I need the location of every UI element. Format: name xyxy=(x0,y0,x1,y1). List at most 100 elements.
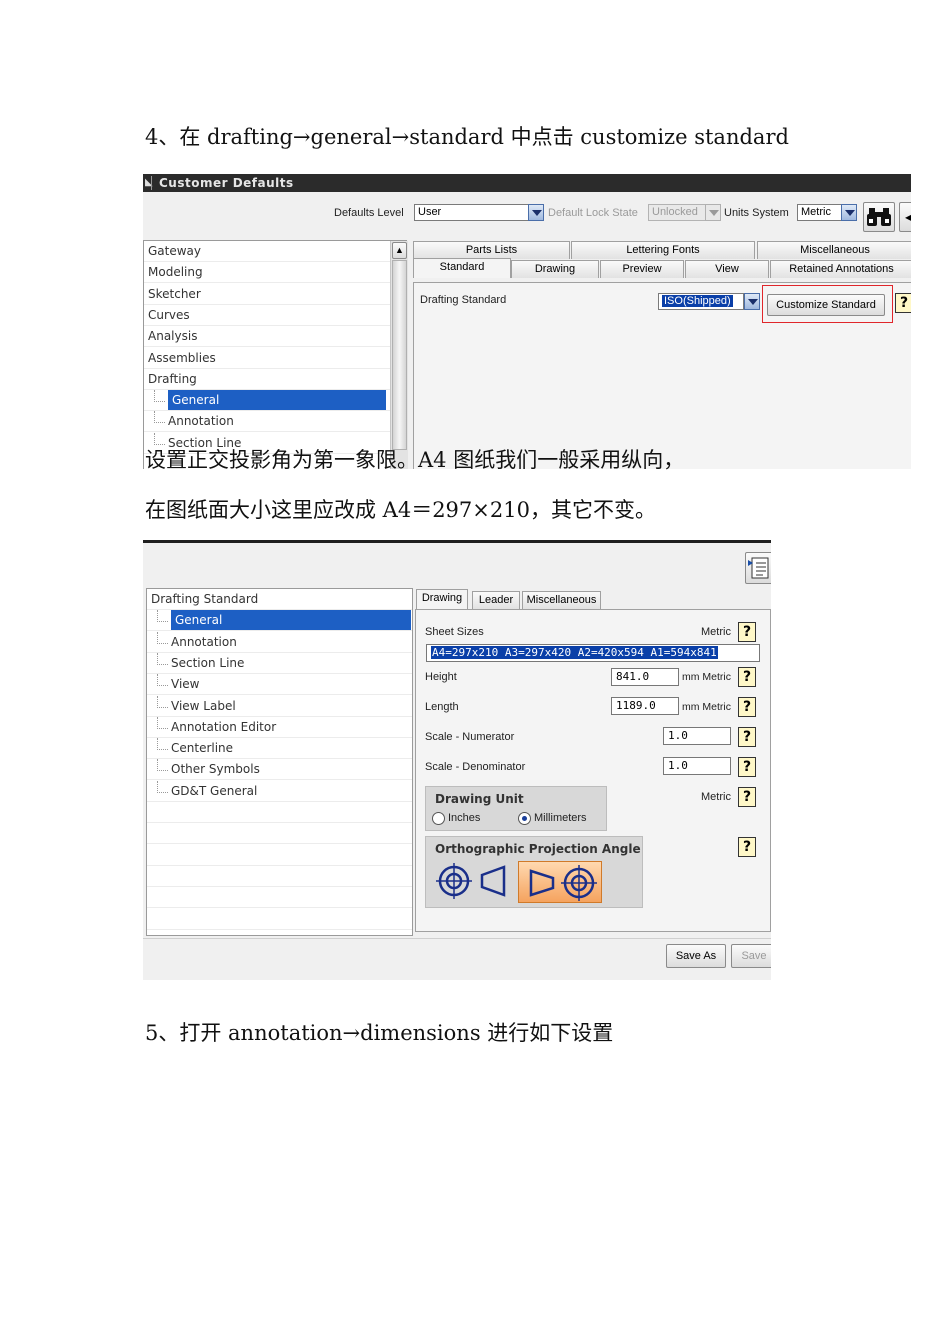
millimeters-radio[interactable] xyxy=(518,812,531,825)
tree-connector xyxy=(157,780,168,793)
inches-radio[interactable] xyxy=(432,812,445,825)
tree-item[interactable]: Drafting xyxy=(144,369,390,390)
tree-item[interactable]: Sketcher xyxy=(144,284,390,305)
tab-top-2[interactable]: Miscellaneous xyxy=(757,241,911,259)
projection-angle-help-icon[interactable]: ? xyxy=(738,837,756,857)
projection-angle-group: Orthographic Projection Angle xyxy=(425,836,643,908)
drafting-standard-label: Drafting Standard xyxy=(420,294,507,306)
length-field[interactable]: 1189.0 xyxy=(611,697,679,715)
tab-1[interactable]: Leader xyxy=(472,591,520,609)
tree-connector xyxy=(154,390,165,403)
tree-item[interactable]: View xyxy=(147,674,412,696)
sheet-sizes-label: Sheet Sizes xyxy=(425,626,484,638)
tree-connector xyxy=(154,411,165,424)
third-angle-projection-icon xyxy=(436,863,506,899)
tab-0[interactable]: Drawing xyxy=(416,589,468,609)
tab-bottom-1[interactable]: Drawing xyxy=(511,260,599,278)
length-unit: mm Metric xyxy=(682,701,731,713)
tree-scrollbar[interactable]: ▲ xyxy=(390,241,408,469)
bottom-divider xyxy=(143,938,771,939)
tree-item[interactable]: Assemblies xyxy=(144,348,390,369)
customize-standard-screenshot: Drafting Standard General Annotation Sectio… xyxy=(143,540,771,980)
tree-connector xyxy=(157,695,168,708)
tree-item[interactable]: Section Line xyxy=(147,652,412,674)
height-field[interactable]: 841.0 xyxy=(611,668,679,686)
scale-denominator-field[interactable]: 1.0 xyxy=(663,757,731,775)
category-tree: Gateway Modeling Sketcher Curves Analysis Ass… xyxy=(143,240,408,469)
standard-tab-panel: Drafting Standard ISO(Shipped) Customize… xyxy=(413,282,911,469)
tree-item[interactable]: General xyxy=(147,610,412,632)
tree-item[interactable]: Gateway xyxy=(144,241,390,262)
top-rule xyxy=(143,540,771,543)
scale-numerator-help-icon[interactable]: ? xyxy=(738,727,756,747)
scale-denominator-help-icon[interactable]: ? xyxy=(738,757,756,777)
sheet-sizes-metric: Metric xyxy=(701,626,731,638)
tab-bottom-4[interactable]: Retained Annotations xyxy=(770,260,911,278)
sheet-sizes-help-icon[interactable]: ? xyxy=(738,622,756,642)
tree-item[interactable]: View Label xyxy=(147,695,412,717)
first-angle-projection-option[interactable] xyxy=(518,861,602,903)
lock-state-dropdown-button xyxy=(705,204,721,221)
tree-item[interactable]: Analysis xyxy=(144,326,390,348)
tree-item[interactable]: Centerline xyxy=(147,738,412,760)
tree-item[interactable]: Annotation Editor xyxy=(147,716,412,738)
tree-item[interactable]: Other Symbols xyxy=(147,759,412,781)
drafting-standard-select[interactable]: ISO(Shipped) xyxy=(658,293,744,310)
customize-standard-highlight-box xyxy=(762,285,893,323)
tree-empty-row xyxy=(147,823,412,845)
find-binoculars-button[interactable] xyxy=(863,202,895,232)
tree-item[interactable]: Annotation xyxy=(147,631,412,653)
first-angle-projection-icon xyxy=(529,865,597,901)
back-button[interactable]: ◂ xyxy=(899,202,911,232)
tab-bottom-2[interactable]: Preview xyxy=(600,260,684,278)
scale-numerator-label: Scale - Numerator xyxy=(425,731,515,743)
tree-item[interactable]: Curves xyxy=(144,305,390,326)
drafting-standard-help-icon[interactable]: ? xyxy=(895,293,911,313)
units-system-dropdown-button[interactable] xyxy=(841,204,857,221)
height-label: Height xyxy=(425,671,457,683)
tree-item[interactable]: Annotation xyxy=(144,411,390,433)
tree-empty-row xyxy=(147,866,412,887)
tab-bottom-0[interactable]: Standard xyxy=(413,258,511,278)
units-system-label: Units System xyxy=(724,207,789,219)
tree-item[interactable]: General xyxy=(144,390,390,412)
drawing-unit-help-icon[interactable]: ? xyxy=(738,787,756,807)
tree-item[interactable]: Drafting Standard xyxy=(147,589,412,610)
tree-empty-row xyxy=(147,802,412,823)
tree-empty-row xyxy=(147,887,412,909)
defaults-level-label: Defaults Level xyxy=(334,207,404,219)
step4-heading: 4、在 drafting→general→standard 中点击 custom… xyxy=(145,125,789,149)
defaults-level-dropdown-button[interactable] xyxy=(528,204,544,221)
window-title: Customer Defaults xyxy=(159,176,294,190)
drafting-standard-dropdown-button[interactable] xyxy=(744,293,760,310)
save-as-button[interactable]: Save As xyxy=(666,944,726,968)
save-button[interactable]: Save xyxy=(731,944,771,968)
third-angle-projection-option[interactable] xyxy=(434,862,514,900)
sheet-sizes-field[interactable]: A4=297x210 A3=297x420 A2=420x594 A1=594x… xyxy=(426,644,760,662)
tab-top-0[interactable]: Parts Lists xyxy=(413,241,570,259)
tree-item[interactable]: GD&T General xyxy=(147,780,412,802)
length-help-icon[interactable]: ? xyxy=(738,697,756,717)
tab-top-1[interactable]: Lettering Fonts xyxy=(571,241,755,259)
defaults-level-select[interactable]: User xyxy=(414,204,530,221)
height-unit: mm Metric xyxy=(682,671,731,683)
sheet-settings-button[interactable] xyxy=(745,552,771,584)
drawing-tab-panel: Sheet Sizes Metric ? A4=297x210 A3=297x4… xyxy=(415,609,771,932)
customer-defaults-screenshot: ◣ Customer Defaults Defaults Level User … xyxy=(143,174,911,469)
height-help-icon[interactable]: ? xyxy=(738,667,756,687)
lock-state-select: Unlocked xyxy=(648,204,706,221)
millimeters-label: Millimeters xyxy=(534,812,587,824)
tab-2[interactable]: Miscellaneous xyxy=(522,591,601,609)
tree-connector xyxy=(157,716,168,729)
tree-item[interactable]: Modeling xyxy=(144,262,390,284)
drawing-unit-metric: Metric xyxy=(701,791,731,803)
tab-bottom-3[interactable]: View xyxy=(685,260,769,278)
units-system-select[interactable]: Metric xyxy=(797,204,843,221)
scroll-thumb[interactable] xyxy=(392,260,407,450)
scroll-up-button[interactable]: ▲ xyxy=(392,242,407,259)
scale-numerator-field[interactable]: 1.0 xyxy=(663,727,731,745)
step5-heading: 5、打开 annotation→dimensions 进行如下设置 xyxy=(145,1021,614,1045)
chevron-up-icon: ▲ xyxy=(395,245,404,255)
scale-denominator-label: Scale - Denominator xyxy=(425,761,526,773)
tree-empty-row xyxy=(147,845,412,866)
